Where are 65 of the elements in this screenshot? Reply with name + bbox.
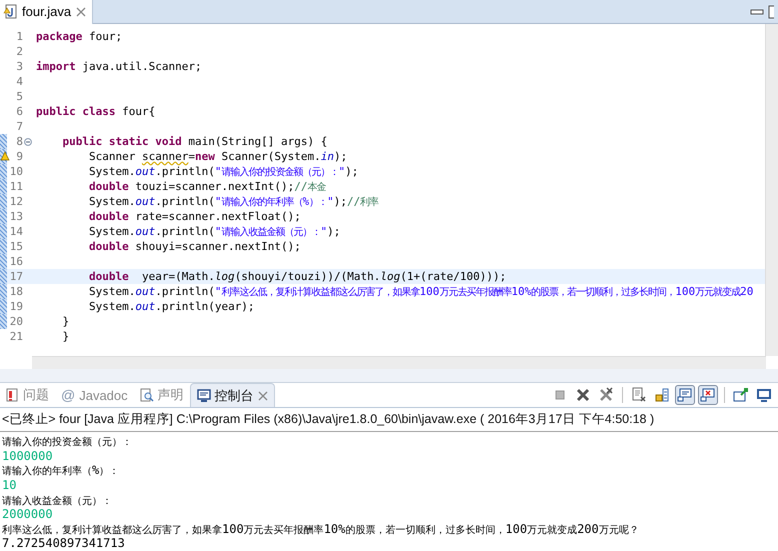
line-number: 5: [16, 90, 23, 103]
line-number: 14: [10, 225, 23, 238]
code-line: Scanner scanner=new Scanner(System.in);: [88, 150, 348, 163]
line-number: 3: [16, 60, 23, 73]
problems-icon: [6, 388, 19, 402]
line-number: 9: [16, 150, 23, 163]
line-number: 10: [10, 165, 23, 178]
close-icon[interactable]: [258, 390, 268, 401]
line-number: 11: [10, 180, 23, 193]
line-number: 2: [16, 45, 23, 58]
line-number: 18: [10, 285, 23, 298]
line-number: 21: [10, 330, 23, 343]
panel-tab[interactable]: 问题: [0, 383, 55, 408]
code-line: System.out.println("请输入你的投资金额（元）：");: [88, 164, 358, 178]
output-text: 请输入你的年利率（%）：: [1, 463, 120, 478]
line-number: 12: [10, 195, 23, 208]
close-icon[interactable]: [76, 6, 86, 16]
show-err-icon[interactable]: [698, 385, 718, 406]
code-line: import java.util.Scanner;: [35, 60, 202, 73]
maximize-icon[interactable]: [768, 4, 774, 18]
line-number: 13: [10, 210, 23, 223]
document-magnifier-icon: [140, 388, 154, 402]
console-status: <已终止> four [Java 应用程序] C:\Program Files (x86)\Java\jre1.8.0_60\bin\javaw.exe ( 2016年3月17日 下午4:50:18 ): [0, 408, 778, 432]
line-number: 7: [16, 120, 23, 133]
code-line: public static void main(String[] args) {: [61, 135, 328, 148]
code-line: public class four{: [35, 105, 156, 118]
output-text: 利率这么低，复利计算收益都这么厉害了，如果拿100万元去买年报酬率10%的股票，若一切顺利，过多长时间，100万元就变成200万元呢？: [1, 522, 640, 536]
code-line: System.out.println("利率这么低，复利计算收益都这么厉害了，如果拿100万元去买年报酬率10%的股票，若一切顺利，过多长时间，100万元就变成20: [88, 284, 754, 298]
output-text: 7.272540897341713: [1, 536, 126, 551]
line-number: 15: [10, 240, 23, 253]
code-line: System.out.println("请输入你的年利率（%）：");//利率: [88, 194, 378, 208]
line-number: 6: [16, 105, 23, 118]
code-line: }: [61, 330, 70, 343]
code-line: }: [61, 315, 70, 328]
editor-tab[interactable]: four.java: [0, 0, 94, 24]
line-number: 8: [16, 135, 23, 148]
code-line: double rate=scanner.nextFloat();: [88, 210, 301, 223]
line-number: 19: [10, 300, 23, 313]
javadoc-icon: @: [61, 387, 76, 404]
code-line: System.out.println("请输入收益金额（元）：");: [88, 224, 340, 238]
typed-input-text: 2000000: [1, 507, 54, 522]
minimize-icon[interactable]: [750, 8, 764, 16]
line-number: 1: [16, 30, 23, 43]
code-line: double touzi=scanner.nextInt();//本金: [88, 180, 326, 194]
code-line: System.out.println(year);: [88, 300, 255, 313]
show-out-icon[interactable]: [675, 385, 695, 406]
panel-tab[interactable]: 控制台: [190, 383, 275, 408]
code-line: double year=(Math.log(shouyi/touzi))/(Math.log(1+(rate/100)));: [88, 270, 506, 283]
line-number: 16: [10, 255, 23, 268]
typed-input-text: 1000000: [1, 448, 54, 464]
monitor-icon: [196, 388, 211, 403]
line-number: 20: [10, 315, 23, 328]
collapse-icon[interactable]: [24, 138, 32, 146]
typed-input-text: 10: [1, 478, 18, 493]
line-number: 4: [16, 75, 23, 88]
panel-tab[interactable]: 声明: [134, 383, 190, 408]
panel-tab[interactable]: @ Javadoc: [55, 383, 134, 408]
vertical-scrollbar[interactable]: [765, 24, 778, 356]
code-line: package four;: [35, 30, 122, 43]
output-text: 请输入你的投资金额（元）：: [1, 436, 133, 449]
horizontal-scrollbar[interactable]: [32, 356, 766, 370]
code-line: double shouyi=scanner.nextInt();: [88, 240, 301, 253]
output-text: 请输入收益金额（元）：: [1, 494, 113, 508]
java-file-icon: [3, 4, 17, 19]
line-number: 17: [10, 270, 23, 283]
